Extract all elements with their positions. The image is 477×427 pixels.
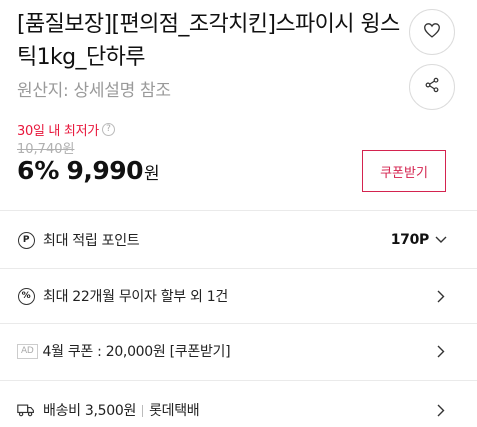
chevron-right-icon bbox=[435, 403, 447, 417]
lowest-price-text: 30일 내 최저가 bbox=[17, 124, 99, 139]
share-button[interactable] bbox=[409, 64, 455, 110]
points-label: 최대 적립 포인트 bbox=[43, 233, 140, 249]
origin-text: 원산지: 상세설명 참조 bbox=[17, 81, 171, 101]
points-icon: P bbox=[17, 231, 35, 249]
price-row: 6% 9,990 원 bbox=[17, 156, 160, 185]
installment-label: 최대 22개월 무이자 할부 외 1건 bbox=[43, 289, 228, 305]
chevron-right-icon bbox=[435, 289, 447, 303]
discount-rate: 6% bbox=[17, 156, 60, 185]
share-icon bbox=[424, 77, 440, 97]
sale-price: 9,990 bbox=[66, 156, 144, 185]
divider bbox=[0, 268, 477, 269]
shipping-row[interactable]: 배송비 3,500원 롯데택배 bbox=[17, 396, 447, 424]
shipping-info: 배송비 3,500원 롯데택배 bbox=[43, 400, 435, 420]
shipping-fee: 배송비 3,500원 bbox=[43, 403, 137, 419]
original-price: 10,740원 bbox=[17, 142, 75, 157]
like-button[interactable] bbox=[409, 9, 455, 55]
points-value: 170P bbox=[390, 232, 430, 248]
coupon-button[interactable]: 쿠폰받기 bbox=[362, 150, 446, 192]
divider bbox=[0, 323, 477, 324]
heart-icon bbox=[423, 22, 441, 42]
product-title: [품질보장][편의점_조각치킨]스파이시 윙스틱1kg_단하루 bbox=[17, 12, 400, 70]
percent-icon: % bbox=[17, 287, 35, 305]
divider bbox=[0, 210, 477, 211]
installment-row[interactable]: % 최대 22개월 무이자 할부 외 1건 bbox=[17, 282, 447, 310]
separator bbox=[142, 405, 144, 417]
info-icon[interactable]: ? bbox=[101, 123, 115, 136]
chevron-right-icon bbox=[435, 344, 447, 358]
coupon-label: 4월 쿠폰 : 20,000원 [쿠폰받기] bbox=[42, 344, 231, 360]
lowest-price-label: 30일 내 최저가 ? bbox=[17, 120, 115, 139]
truck-icon bbox=[17, 401, 35, 419]
chevron-down-icon bbox=[435, 233, 447, 247]
shipping-carrier: 롯데택배 bbox=[149, 403, 200, 419]
ad-badge: AD bbox=[17, 343, 38, 359]
divider bbox=[0, 380, 477, 381]
points-row[interactable]: P 최대 적립 포인트 170P bbox=[17, 226, 447, 254]
currency-unit: 원 bbox=[144, 164, 160, 184]
coupon-row[interactable]: AD 4월 쿠폰 : 20,000원 [쿠폰받기] bbox=[17, 337, 447, 365]
